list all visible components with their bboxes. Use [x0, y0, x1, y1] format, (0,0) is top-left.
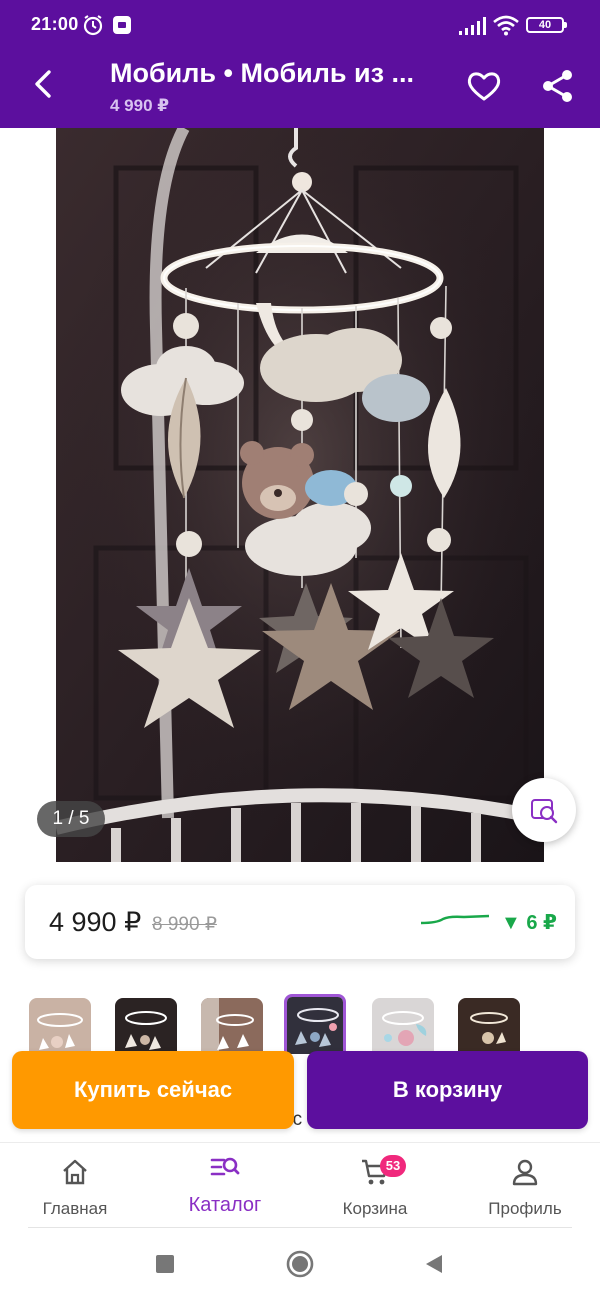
- nav-home[interactable]: Главная: [0, 1143, 150, 1229]
- signal-icon: [459, 17, 486, 35]
- app-header: Мобиль • Мобиль из ... 4 990 ₽: [0, 46, 600, 128]
- photo-counter: 1 / 5: [37, 801, 105, 837]
- thumbnail-5[interactable]: [372, 998, 434, 1054]
- system-navigation: [0, 1229, 600, 1299]
- thumbnail-2[interactable]: [115, 998, 177, 1054]
- nav-profile-label: Профиль: [488, 1199, 562, 1218]
- price-change: ▼ 6 ₽: [501, 912, 557, 934]
- page-title: Мобиль • Мобиль из ...: [110, 58, 415, 88]
- share-icon[interactable]: [538, 66, 578, 106]
- mi-app-icon: [113, 16, 131, 34]
- status-bar: 21:00 40: [0, 0, 600, 46]
- battery-indicator: 40: [526, 17, 567, 33]
- nav-cart[interactable]: 53 Корзина: [300, 1143, 450, 1229]
- nav-catalog-label: Каталог: [188, 1194, 262, 1216]
- heart-icon[interactable]: [464, 66, 504, 106]
- nav-home-label: Главная: [42, 1199, 108, 1218]
- header-price: 4 990 ₽: [110, 96, 170, 115]
- visual-search-button[interactable]: [512, 778, 576, 842]
- nav-cart-label: Корзина: [342, 1199, 408, 1218]
- product-photo[interactable]: [56, 128, 544, 862]
- thumbnail-6[interactable]: [458, 998, 520, 1054]
- recents-icon[interactable]: [155, 1254, 175, 1274]
- nav-profile[interactable]: Профиль: [450, 1143, 600, 1229]
- profile-icon: [512, 1159, 538, 1186]
- nav-divider: [28, 1227, 572, 1228]
- current-price: 4 990 ₽: [49, 907, 142, 937]
- cart-badge: 53: [380, 1155, 406, 1177]
- thumbnail-1[interactable]: [29, 998, 91, 1054]
- nav-catalog[interactable]: Каталог: [150, 1143, 300, 1229]
- add-to-cart-button[interactable]: В корзину: [307, 1051, 588, 1129]
- system-back-icon[interactable]: [424, 1253, 444, 1275]
- image-search-icon: [531, 799, 558, 824]
- status-time: 21:00: [31, 14, 79, 34]
- back-arrow-icon[interactable]: [26, 66, 62, 102]
- old-price: 8 990 ₽: [152, 914, 217, 935]
- bottom-navigation: Главная Каталог 53 Корзина Профиль: [0, 1142, 600, 1228]
- price-trend-icon: [420, 914, 490, 925]
- alarm-icon: [83, 15, 103, 36]
- product-gallery[interactable]: 1 / 5: [0, 128, 600, 862]
- thumbnail-3[interactable]: [201, 998, 263, 1054]
- price-card[interactable]: 4 990 ₽ 8 990 ₽ ▼ 6 ₽: [25, 885, 575, 959]
- thumbnail-4[interactable]: [284, 994, 346, 1054]
- buy-now-button[interactable]: Купить сейчас: [12, 1051, 294, 1129]
- thumbnail-strip: [0, 994, 600, 1054]
- catalog-search-icon: [210, 1157, 240, 1176]
- home-icon: [63, 1159, 87, 1185]
- home-circle-icon[interactable]: [285, 1249, 315, 1279]
- wifi-icon: [493, 15, 519, 36]
